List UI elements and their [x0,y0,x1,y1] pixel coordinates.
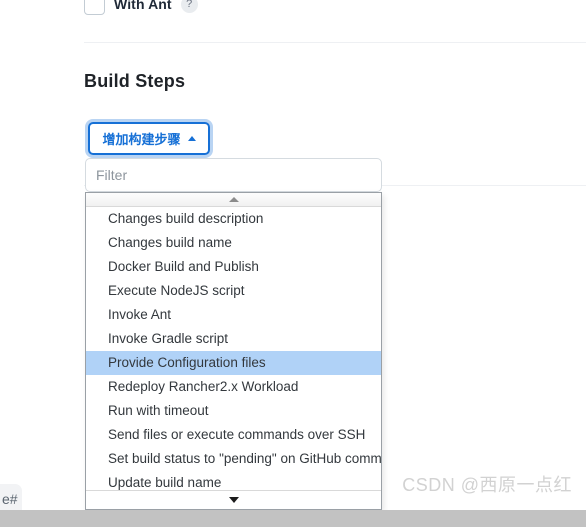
list-item[interactable]: Docker Build and Publish [86,255,381,279]
add-build-step-label: 增加构建步骤 [102,132,181,147]
with-ant-checkbox-row[interactable]: With Ant ? [84,0,198,18]
browser-bottom-strip [0,510,586,527]
list-item[interactable]: Run with timeout [86,399,381,423]
list-item[interactable]: Update build name [86,471,381,490]
csdn-watermark: CSDN @西原一点红 [402,475,572,495]
scroll-up-button[interactable] [86,193,381,207]
add-build-step-button[interactable]: 增加构建步骤 [85,119,213,158]
list-item[interactable]: Send files or execute commands over SSH [86,423,381,447]
scroll-down-button[interactable] [86,490,381,509]
list-item[interactable]: Redeploy Rancher2.x Workload [86,375,381,399]
caret-up-icon [228,197,239,202]
caret-down-icon [228,497,239,503]
list-item[interactable]: Execute NodeJS script [86,279,381,303]
question-mark-icon[interactable]: ? [180,0,198,13]
list-item[interactable]: Changes build description [86,207,381,231]
browser-tab-label: e# [2,491,18,507]
page-title: Build Steps [84,71,186,91]
list-item[interactable]: Invoke Gradle script [86,327,381,351]
caret-up-icon [187,136,196,141]
section-divider-top [84,42,586,43]
build-step-dropdown: Changes build description Changes build n… [85,192,382,510]
list-item[interactable]: Provide Configuration files [86,351,381,375]
list-item[interactable]: Changes build name [86,231,381,255]
with-ant-checkbox[interactable] [84,0,105,15]
list-item[interactable]: Set build status to "pending" on GitHub … [86,447,381,471]
list-item[interactable]: Invoke Ant [86,303,381,327]
filter-input[interactable] [85,158,382,192]
build-step-option-list: Changes build description Changes build n… [86,207,381,490]
with-ant-label: With Ant [114,0,172,12]
